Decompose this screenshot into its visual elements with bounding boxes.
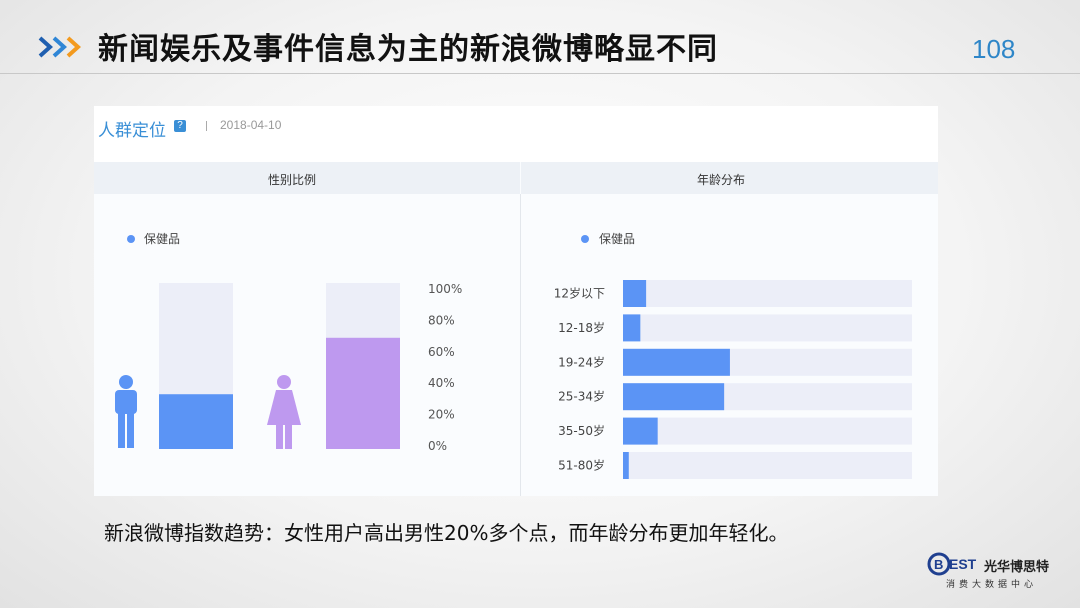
age-category-label: 25-34岁 <box>558 389 605 404</box>
brand-name: 光华博思特 <box>984 560 1050 575</box>
age-category-label: 12-18岁 <box>558 320 605 335</box>
age-track <box>623 452 912 479</box>
age-bar[interactable] <box>623 417 658 445</box>
age-bar[interactable] <box>623 383 725 411</box>
svg-text:B: B <box>934 557 943 572</box>
age-track <box>623 417 912 445</box>
age-track <box>623 314 912 342</box>
age-chart: 12岁以下 12-18岁 19-24岁 25-34岁 35-50岁 51-80岁 <box>554 280 912 479</box>
header-divider <box>0 73 1080 74</box>
page-title: 新闻娱乐及事件信息为主的新浪微博略显不同 <box>98 32 718 67</box>
age-bar[interactable] <box>623 452 629 479</box>
brand-logo: B EST 光华博思特 消费大数据中心 <box>927 552 1068 592</box>
best-logo-icon: B EST <box>927 552 977 576</box>
age-track <box>623 280 912 307</box>
svg-text:EST: EST <box>949 556 977 572</box>
age-category-label: 19-24岁 <box>558 354 605 369</box>
age-bar[interactable] <box>623 280 647 307</box>
brand-subtitle: 消费大数据中心 <box>946 580 1038 590</box>
page-header: 新闻娱乐及事件信息为主的新浪微博略显不同 108 <box>0 0 1080 74</box>
age-bar[interactable] <box>623 348 730 376</box>
caption-text: 新浪微博指数趋势：女性用户高出男性20%多个点，而年龄分布更加年轻化。 <box>104 521 789 545</box>
age-category-label: 35-50岁 <box>558 423 605 438</box>
age-category-label: 12岁以下 <box>554 286 605 301</box>
age-category-label: 51-80岁 <box>558 458 605 473</box>
page-number: 108 <box>972 34 1016 64</box>
chevrons-icon <box>38 36 81 58</box>
crowd-panel: 人群定位 ? 2018-04-10 性别比例 年龄分布 保健品 保健品 100%… <box>94 106 938 496</box>
age-bar[interactable] <box>623 314 641 342</box>
